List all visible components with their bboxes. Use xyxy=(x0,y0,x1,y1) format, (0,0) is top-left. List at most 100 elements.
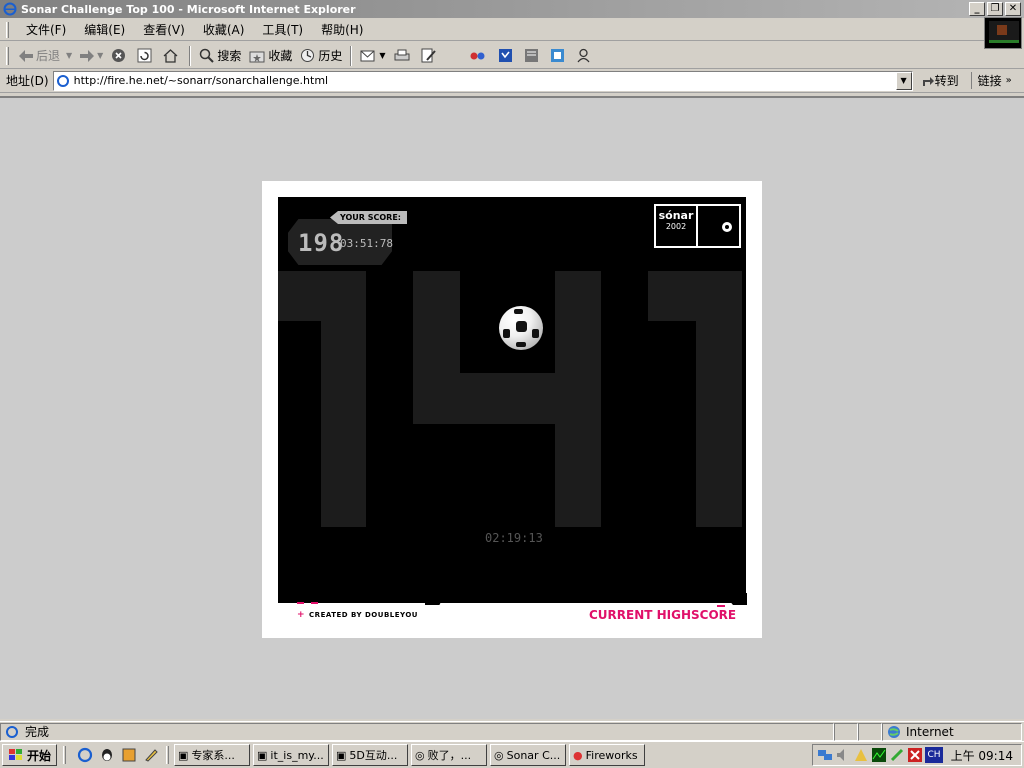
mail-button[interactable]: ▼ xyxy=(356,45,389,67)
window-title: Sonar Challenge Top 100 - Microsoft Inte… xyxy=(21,2,356,16)
page-icon xyxy=(56,74,69,87)
menu-edit[interactable]: 编辑(E) xyxy=(75,21,134,38)
research-button[interactable] xyxy=(546,45,572,67)
task-button[interactable]: ▣ 专家系... xyxy=(174,744,251,766)
related-button[interactable] xyxy=(520,45,546,67)
current-highscore-button[interactable]: CURRENT HIGHSCORE xyxy=(589,608,736,622)
toolbar-grip[interactable] xyxy=(6,21,9,38)
soccer-ball[interactable] xyxy=(499,306,543,350)
discuss-button[interactable] xyxy=(494,45,520,67)
task-button[interactable]: ▣ it_is_my... xyxy=(253,744,330,766)
pink-dash xyxy=(297,602,304,604)
start-label: 开始 xyxy=(27,748,52,763)
history-button[interactable]: 历史 xyxy=(296,45,346,67)
print-button[interactable] xyxy=(390,45,417,67)
credit-text: + CREATED BY DOUBLEYOU xyxy=(297,610,418,620)
back-arrow-icon xyxy=(19,49,33,62)
security-zone-cell: Internet xyxy=(882,722,1022,741)
close-button[interactable]: ✕ xyxy=(1005,2,1021,16)
status-bar: 完成 Internet xyxy=(0,721,1024,741)
page-done-icon xyxy=(6,725,18,738)
links-button[interactable]: 链接 xyxy=(970,72,1002,89)
address-bar: 地址(D) http://fire.he.net/~sonarr/sonarch… xyxy=(0,69,1024,93)
messenger-button[interactable] xyxy=(465,45,494,67)
research-icon xyxy=(550,49,564,62)
task-label: it_is_my... xyxy=(270,748,324,762)
volume-icon[interactable] xyxy=(835,747,851,763)
address-dropdown-button[interactable]: ▼ xyxy=(895,71,912,90)
favorites-folder-icon xyxy=(249,51,265,62)
start-button[interactable]: 开始 xyxy=(2,744,58,766)
refresh-button[interactable] xyxy=(133,45,159,67)
system-tray: CH 上午 09:14 xyxy=(812,744,1022,766)
taskbar-grip[interactable] xyxy=(63,746,67,764)
address-input[interactable]: http://fire.he.net/~sonarr/sonarchalleng… xyxy=(52,70,913,91)
pink-dash xyxy=(311,602,318,604)
refresh-icon xyxy=(137,48,152,63)
user-button[interactable] xyxy=(572,45,598,67)
status-empty-cell xyxy=(834,722,858,741)
task-label: 5D互动... xyxy=(349,749,398,762)
standard-toolbar: 后退 ▼ ▼ 搜索 收藏 历史 ▼ xyxy=(0,43,1024,69)
minimize-button[interactable]: _ xyxy=(969,2,985,16)
clock[interactable]: 上午 09:14 xyxy=(951,747,1013,764)
toolbar-separator xyxy=(189,45,192,66)
flash-frame: YOUR SCORE: 198 03:51:78 sónar 2002 02:1… xyxy=(262,181,762,638)
discuss-icon xyxy=(498,49,512,62)
task-label: 专家系... xyxy=(191,749,235,762)
zone-label: Internet xyxy=(906,724,954,739)
toolbar-separator xyxy=(350,45,353,66)
quicklaunch-app-icon[interactable] xyxy=(120,746,138,764)
status-empty-cell xyxy=(858,722,882,741)
flash-game[interactable]: YOUR SCORE: 198 03:51:78 sónar 2002 02:1… xyxy=(278,197,746,603)
task-button[interactable]: ● Fireworks xyxy=(569,744,646,766)
toolbar-grip[interactable] xyxy=(6,46,9,65)
forward-button[interactable]: ▼ xyxy=(76,45,107,67)
menu-help[interactable]: 帮助(H) xyxy=(312,21,372,38)
tray-app-icon[interactable] xyxy=(853,747,869,763)
stop-button[interactable] xyxy=(107,45,133,67)
taskbar: 开始 ▣ 专家系... ▣ it_is_my... ▣ 5D互动... ◎ 败了，...… xyxy=(0,741,1024,768)
home-icon xyxy=(163,49,178,63)
tray-alert-icon[interactable] xyxy=(907,747,923,763)
printer-icon xyxy=(394,49,410,61)
status-text: 完成 xyxy=(25,725,50,739)
tray-tool-icon[interactable] xyxy=(889,747,905,763)
game-timer: 02:19:13 xyxy=(485,531,543,545)
back-label: 后退 xyxy=(36,49,61,63)
your-score-label: YOUR SCORE: xyxy=(330,211,408,224)
edit-button[interactable] xyxy=(417,45,443,67)
input-language[interactable]: CH xyxy=(925,747,943,763)
menu-file[interactable]: 文件(F) xyxy=(17,21,75,38)
restore-button[interactable]: ❐ xyxy=(987,2,1003,16)
address-url: http://fire.he.net/~sonarr/sonarchalleng… xyxy=(73,74,329,87)
go-arrow-icon xyxy=(922,76,934,86)
menu-tools[interactable]: 工具(T) xyxy=(253,21,312,38)
user-icon xyxy=(577,48,590,63)
quicklaunch-ie-icon[interactable] xyxy=(76,746,94,764)
related-icon xyxy=(524,49,538,62)
links-chevron-icon[interactable]: » xyxy=(1006,75,1012,86)
ie-icon xyxy=(3,2,17,16)
credit-label: CREATED BY DOUBLEYOU xyxy=(309,611,418,619)
taskbar-grip[interactable] xyxy=(166,746,170,764)
quicklaunch-pencil-icon[interactable] xyxy=(142,746,160,764)
task-button[interactable]: ◎ 败了，... xyxy=(411,744,488,766)
pink-dash xyxy=(717,605,725,607)
menu-view[interactable]: 查看(V) xyxy=(134,21,194,38)
go-button[interactable]: 转到 xyxy=(921,72,959,89)
internet-globe-icon xyxy=(888,725,900,738)
go-label: 转到 xyxy=(934,74,959,88)
home-button[interactable] xyxy=(159,45,185,67)
favorites-button[interactable]: 收藏 xyxy=(245,45,296,67)
edit-icon xyxy=(421,48,436,63)
back-button[interactable]: 后退 ▼ xyxy=(15,45,76,67)
monitor-icon[interactable] xyxy=(871,747,887,763)
task-button[interactable]: ▣ 5D互动... xyxy=(332,744,409,766)
menu-favorites[interactable]: 收藏(A) xyxy=(194,21,254,38)
task-button[interactable]: ◎ Sonar C... xyxy=(490,744,567,766)
network-icon[interactable] xyxy=(817,747,833,763)
quicklaunch-qq-icon[interactable] xyxy=(98,746,116,764)
search-button[interactable]: 搜索 xyxy=(195,45,245,67)
search-icon xyxy=(200,48,215,63)
